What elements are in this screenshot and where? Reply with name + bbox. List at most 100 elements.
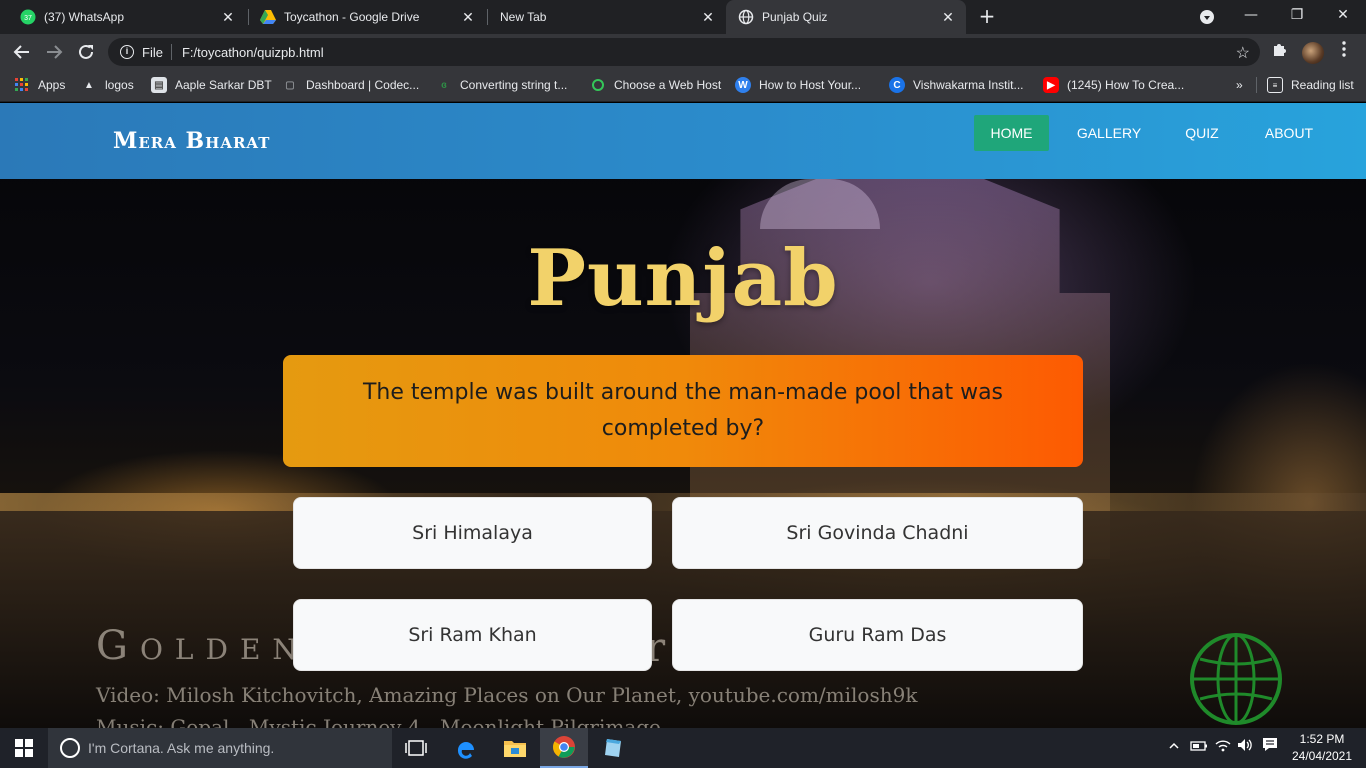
tab-title: New Tab bbox=[500, 10, 547, 24]
c-icon: C bbox=[889, 77, 905, 93]
file-explorer-icon[interactable] bbox=[491, 728, 539, 768]
nav-home[interactable]: HOME bbox=[974, 115, 1049, 151]
bookmark-codechef[interactable]: ▢ Dashboard | Codec... bbox=[282, 70, 419, 100]
bookmarks-bar: Apps ▲ logos ▤ Aaple Sarkar DBT ▢ Dashbo… bbox=[0, 70, 1366, 102]
w-icon: W bbox=[735, 77, 751, 93]
edge-browser-icon[interactable] bbox=[442, 728, 490, 768]
bookmark-star-icon[interactable]: ☆ bbox=[1236, 43, 1250, 63]
bookmark-label: (1245) How To Crea... bbox=[1067, 78, 1185, 92]
tab-title: Toycathon - Google Drive bbox=[284, 10, 420, 24]
tab-new-tab[interactable]: New Tab ✕ bbox=[488, 0, 726, 34]
apps-grid-icon bbox=[14, 77, 30, 93]
answer-option-2[interactable]: Sri Govinda Chadni bbox=[672, 497, 1083, 569]
info-icon[interactable]: i bbox=[120, 45, 134, 59]
new-tab-button[interactable]: + bbox=[976, 5, 998, 27]
cortana-icon bbox=[60, 738, 80, 758]
bookmark-apps[interactable]: Apps bbox=[14, 70, 65, 100]
site-brand[interactable]: Mera Bharat bbox=[113, 128, 270, 154]
bookmark-logos[interactable]: ▲ logos bbox=[81, 70, 134, 100]
back-arrow-icon[interactable] bbox=[10, 40, 34, 64]
scheme-label: File bbox=[142, 44, 163, 60]
quiz-title: Punjab bbox=[527, 233, 839, 324]
battery-icon[interactable] bbox=[1188, 728, 1210, 768]
close-tab-icon[interactable]: ✕ bbox=[220, 9, 236, 26]
browser-menu-icon[interactable] bbox=[1334, 40, 1354, 60]
bookmarks-divider bbox=[1256, 77, 1257, 93]
codechef-icon: ▢ bbox=[285, 79, 295, 91]
tab-google-drive[interactable]: Toycathon - Google Drive ✕ bbox=[248, 0, 486, 34]
close-tab-icon[interactable]: ✕ bbox=[460, 9, 476, 26]
video-title-left: Golden bbox=[96, 623, 309, 669]
tab-title: (37) WhatsApp bbox=[44, 10, 125, 24]
bookmark-host-your[interactable]: W How to Host Your... bbox=[735, 70, 861, 100]
extensions-puzzle-icon[interactable] bbox=[1270, 40, 1290, 60]
volume-icon[interactable] bbox=[1234, 728, 1256, 768]
bookmark-label: Vishwakarma Instit... bbox=[913, 78, 1024, 92]
tab-badge: 37 bbox=[24, 15, 32, 22]
globe-watermark-icon bbox=[1190, 633, 1282, 725]
reload-icon[interactable] bbox=[74, 40, 98, 64]
nav-gallery[interactable]: GALLERY bbox=[1068, 115, 1150, 151]
bookmark-label: Apps bbox=[38, 78, 66, 92]
nav-quiz[interactable]: QUIZ bbox=[1170, 115, 1234, 151]
taskbar-clock[interactable]: 1:52 PM 24/04/2021 bbox=[1286, 731, 1358, 765]
globe-icon bbox=[738, 9, 754, 25]
bookmark-label: Choose a Web Host bbox=[614, 78, 722, 92]
bookmarks-overflow-button[interactable]: » bbox=[1236, 70, 1243, 100]
close-tab-icon[interactable]: ✕ bbox=[700, 9, 716, 26]
tab-punjab-quiz[interactable]: Punjab Quiz ✕ bbox=[726, 0, 966, 34]
close-tab-icon[interactable]: ✕ bbox=[940, 9, 956, 26]
forward-arrow-icon[interactable] bbox=[42, 40, 66, 64]
google-drive-icon bbox=[260, 9, 276, 25]
minimize-button[interactable]: — bbox=[1228, 0, 1274, 32]
document-icon: ▤ bbox=[151, 77, 167, 93]
cortana-placeholder: I'm Cortana. Ask me anything. bbox=[88, 740, 275, 756]
bookmark-label: Dashboard | Codec... bbox=[306, 78, 420, 92]
youtube-icon: ▶ bbox=[1043, 77, 1059, 93]
clock-time: 1:52 PM bbox=[1299, 732, 1345, 746]
reading-list-label: Reading list bbox=[1291, 78, 1354, 92]
task-view-icon[interactable] bbox=[392, 728, 440, 768]
close-window-button[interactable]: ✕ bbox=[1320, 0, 1366, 32]
address-divider bbox=[170, 44, 172, 60]
bookmark-gfg[interactable]: ɞ Converting string t... bbox=[436, 70, 567, 100]
cortana-search-box[interactable]: I'm Cortana. Ask me anything. bbox=[48, 728, 392, 768]
whatsapp-icon: 37 bbox=[20, 9, 36, 25]
tab-search-icon[interactable] bbox=[1200, 10, 1214, 24]
restore-button[interactable]: ❐ bbox=[1274, 0, 1320, 32]
notes-app-icon[interactable] bbox=[589, 728, 637, 768]
gfg-icon: ɞ bbox=[441, 79, 447, 91]
tray-chevron-up-icon[interactable] bbox=[1164, 728, 1184, 768]
tab-title: Punjab Quiz bbox=[762, 10, 828, 24]
bookmark-label: How to Host Your... bbox=[759, 78, 862, 92]
windows-taskbar: I'm Cortana. Ask me anything. 1:52 PM 24… bbox=[0, 728, 1366, 768]
bookmark-vishwakarma[interactable]: C Vishwakarma Instit... bbox=[889, 70, 1023, 100]
wifi-icon[interactable] bbox=[1212, 728, 1234, 768]
bookmark-web-host[interactable]: Choose a Web Host bbox=[590, 70, 721, 100]
answer-option-4[interactable]: Guru Ram Das bbox=[672, 599, 1083, 671]
nav-about[interactable]: ABOUT bbox=[1252, 115, 1326, 151]
bookmark-youtube[interactable]: ▶ (1245) How To Crea... bbox=[1043, 70, 1184, 100]
clock-date: 24/04/2021 bbox=[1291, 749, 1353, 763]
video-credit-line: Video: Milosh Kitchovitch, Amazing Place… bbox=[96, 683, 918, 707]
chrome-taskbar-icon[interactable] bbox=[540, 728, 588, 768]
browser-tab-strip: 37 (37) WhatsApp ✕ Toycathon - Google Dr… bbox=[0, 0, 1366, 34]
bookmark-aaple-sarkar[interactable]: ▤ Aaple Sarkar DBT bbox=[151, 70, 272, 100]
music-credit-line: Music: Gopal - Mystic Journey 4 - Moonli… bbox=[96, 715, 661, 728]
url-text: F:/toycathon/quizpb.html bbox=[181, 44, 324, 60]
question-text: The temple was built around the man-made… bbox=[362, 380, 1004, 441]
windows-start-icon[interactable] bbox=[0, 728, 48, 768]
answer-option-1[interactable]: Sri Himalaya bbox=[293, 497, 652, 569]
address-bar[interactable]: i File F:/toycathon/quizpb.html ☆ bbox=[108, 38, 1260, 66]
action-center-icon[interactable] bbox=[1258, 728, 1282, 768]
bookmark-label: Converting string t... bbox=[460, 78, 568, 92]
web-page: Golden r Video: Milosh Kitchovitch, Amaz… bbox=[0, 103, 1366, 728]
host-icon bbox=[590, 77, 606, 93]
logos-icon: ▲ bbox=[84, 79, 94, 91]
answer-option-3[interactable]: Sri Ram Khan bbox=[293, 599, 652, 671]
profile-avatar[interactable] bbox=[1302, 42, 1324, 64]
bookmark-label: logos bbox=[105, 78, 134, 92]
tab-whatsapp[interactable]: 37 (37) WhatsApp ✕ bbox=[8, 0, 246, 34]
bookmark-label: Aaple Sarkar DBT bbox=[175, 78, 272, 92]
reading-list-button[interactable]: ≡ Reading list bbox=[1267, 70, 1354, 100]
